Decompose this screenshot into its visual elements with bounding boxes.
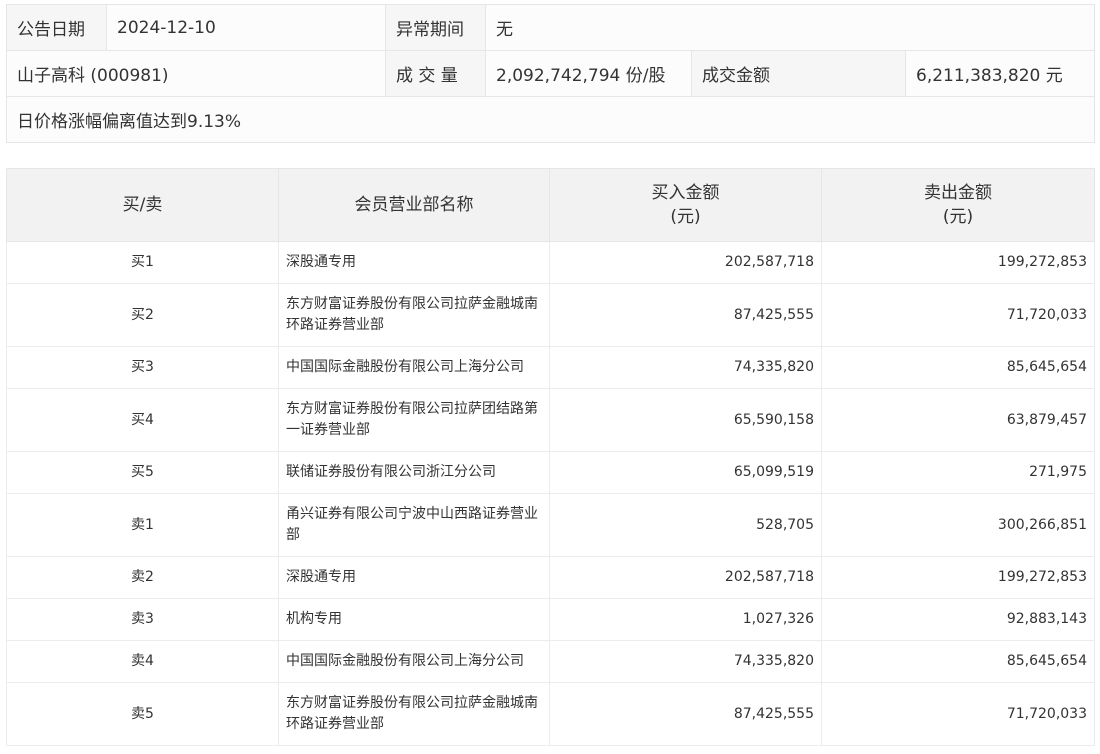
- buy-amount-cell: 74,335,820: [549, 346, 822, 389]
- header-dept: 会员营业部名称: [278, 168, 550, 242]
- sell-amount-cell: 300,266,851: [821, 493, 1095, 557]
- header-buy-line1: 买入金额: [651, 183, 720, 203]
- header-buy: 买入金额 (元): [549, 168, 822, 242]
- table-row: 买3 中国国际金融股份有限公司上海分公司 74,335,820 85,645,6…: [6, 346, 1095, 389]
- table-row: 卖4 中国国际金融股份有限公司上海分公司 74,335,820 85,645,6…: [6, 640, 1095, 683]
- volume-label: 成 交 量: [385, 50, 486, 97]
- info-row-date: 公告日期 2024-12-10 异常期间 无: [6, 4, 1096, 51]
- table-row: 买4 东方财富证券股份有限公司拉萨团结路第一证券营业部 65,590,158 6…: [6, 388, 1095, 452]
- buy-amount-cell: 65,099,519: [549, 451, 822, 494]
- volume-value: 2,092,742,794 份/股: [485, 50, 692, 97]
- side-cell: 卖2: [6, 556, 279, 599]
- dept-cell: 东方财富证券股份有限公司拉萨金融城南环路证券营业部: [278, 283, 550, 347]
- dept-cell: 深股通专用: [278, 241, 550, 284]
- period-label: 异常期间: [385, 4, 486, 51]
- sell-amount-cell: 63,879,457: [821, 388, 1095, 452]
- header-sell-line1: 卖出金额: [924, 183, 992, 203]
- buy-amount-cell: 202,587,718: [549, 556, 822, 599]
- dept-cell: 中国国际金融股份有限公司上海分公司: [278, 346, 550, 389]
- buy-amount-cell: 87,425,555: [549, 682, 822, 746]
- side-cell: 买1: [6, 241, 279, 284]
- header-sell: 卖出金额 (元): [821, 168, 1095, 242]
- side-cell: 买2: [6, 283, 279, 347]
- dept-cell: 机构专用: [278, 598, 550, 641]
- sell-amount-cell: 71,720,033: [821, 283, 1095, 347]
- side-cell: 卖3: [6, 598, 279, 641]
- buy-amount-cell: 202,587,718: [549, 241, 822, 284]
- sell-amount-cell: 92,883,143: [821, 598, 1095, 641]
- header-sell-line2: (元): [942, 207, 974, 227]
- table-row: 买5 联储证券股份有限公司浙江分公司 65,099,519 271,975: [6, 451, 1095, 494]
- date-value: 2024-12-10: [106, 4, 386, 51]
- side-cell: 卖5: [6, 682, 279, 746]
- side-cell: 买5: [6, 451, 279, 494]
- header-buy-line2: (元): [670, 207, 701, 227]
- table-row: 卖3 机构专用 1,027,326 92,883,143: [6, 598, 1095, 641]
- side-cell: 买3: [6, 346, 279, 389]
- amount-value: 6,211,383,820 元: [904, 50, 1096, 97]
- buy-amount-cell: 74,335,820: [549, 640, 822, 683]
- table-row: 卖1 甬兴证券有限公司宁波中山西路证券营业部 528,705 300,266,8…: [6, 493, 1095, 557]
- side-cell: 卖1: [6, 493, 279, 557]
- table-header-row: 买/卖 会员营业部名称 买入金额 (元) 卖出金额 (元): [6, 168, 1095, 242]
- buy-amount-cell: 528,705: [549, 493, 822, 557]
- dept-cell: 联储证券股份有限公司浙江分公司: [278, 451, 550, 494]
- stock-info-table: 公告日期 2024-12-10 异常期间 无 山子高科 (000981) 成 交…: [5, 4, 1096, 143]
- stock-name: 山子高科 (000981): [6, 50, 386, 97]
- info-row-reason: 日价格涨幅偏离值达到9.13%: [5, 96, 1096, 143]
- period-value: 无: [484, 4, 1096, 51]
- dept-cell: 甬兴证券有限公司宁波中山西路证券营业部: [278, 493, 550, 557]
- buy-amount-cell: 87,425,555: [549, 283, 822, 347]
- amount-label: 成交金额: [691, 50, 906, 97]
- dept-cell: 中国国际金融股份有限公司上海分公司: [278, 640, 550, 683]
- dept-cell: 深股通专用: [278, 556, 550, 599]
- sell-amount-cell: 271,975: [821, 451, 1095, 494]
- sell-amount-cell: 71,720,033: [821, 682, 1095, 746]
- sell-amount-cell: 85,645,654: [821, 640, 1095, 683]
- header-side: 买/卖: [6, 168, 279, 242]
- sell-amount-cell: 199,272,853: [821, 241, 1095, 284]
- table-row: 买2 东方财富证券股份有限公司拉萨金融城南环路证券营业部 87,425,555 …: [6, 283, 1095, 347]
- sell-amount-cell: 199,272,853: [821, 556, 1095, 599]
- table-row: 买1 深股通专用 202,587,718 199,272,853: [6, 241, 1095, 284]
- date-label: 公告日期: [6, 4, 107, 51]
- reason-text: 日价格涨幅偏离值达到9.13%: [5, 96, 1096, 143]
- side-cell: 买4: [6, 388, 279, 452]
- trading-detail-table: 买/卖 会员营业部名称 买入金额 (元) 卖出金额 (元) 买1 深股通专用 2…: [6, 168, 1095, 746]
- sell-amount-cell: 85,645,654: [821, 346, 1095, 389]
- table-row: 卖2 深股通专用 202,587,718 199,272,853: [6, 556, 1095, 599]
- table-row: 卖5 东方财富证券股份有限公司拉萨金融城南环路证券营业部 87,425,555 …: [6, 682, 1095, 746]
- buy-amount-cell: 65,590,158: [549, 388, 822, 452]
- side-cell: 卖4: [6, 640, 279, 683]
- buy-amount-cell: 1,027,326: [549, 598, 822, 641]
- info-row-volume: 山子高科 (000981) 成 交 量 2,092,742,794 份/股 成交…: [6, 50, 1096, 97]
- dept-cell: 东方财富证券股份有限公司拉萨金融城南环路证券营业部: [278, 682, 550, 746]
- dept-cell: 东方财富证券股份有限公司拉萨团结路第一证券营业部: [278, 388, 550, 452]
